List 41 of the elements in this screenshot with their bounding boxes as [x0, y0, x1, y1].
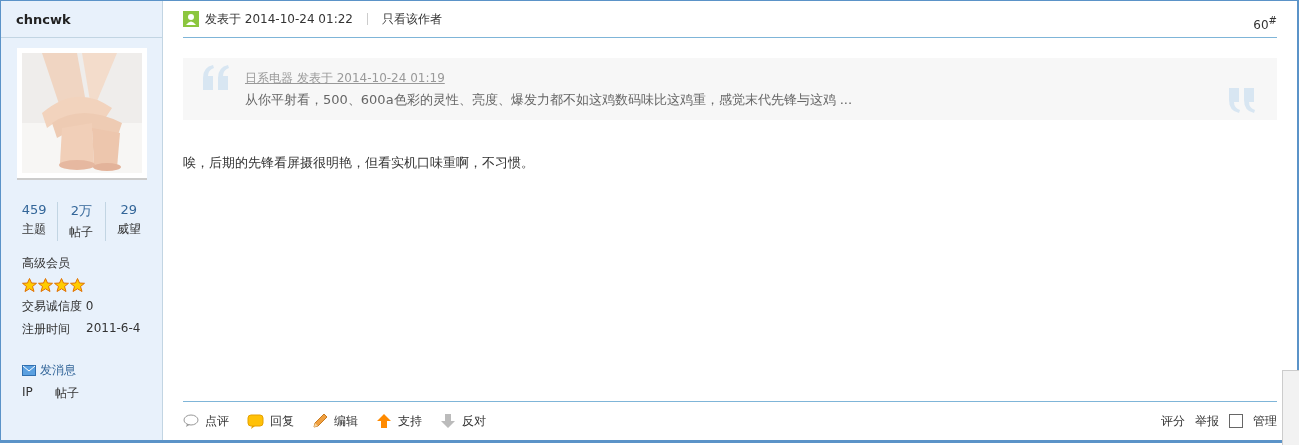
registered-label: 注册时间: [22, 321, 70, 338]
tool-link[interactable]: 帖子: [54, 385, 79, 402]
post-body: 唉，后期的先锋看屏摄很明艳，但看实机口味重啊，不习惯。: [183, 154, 535, 172]
registered-date: 2011-6-4: [86, 321, 141, 337]
envelope-icon: [22, 365, 36, 376]
user-icon: [183, 11, 199, 27]
oppose-button[interactable]: 反对: [440, 412, 486, 430]
star-icon: [38, 278, 53, 292]
username[interactable]: chncwk: [16, 11, 71, 27]
tool-link[interactable]: IP: [22, 385, 33, 402]
star-icon: [54, 278, 69, 292]
manage-checkbox[interactable]: 管理: [1229, 412, 1277, 430]
stat-label: 帖子: [69, 224, 94, 241]
support-button[interactable]: 支持: [376, 412, 422, 430]
stat-value[interactable]: 29: [120, 202, 138, 217]
action-link[interactable]: 评分: [1161, 412, 1185, 430]
floor-number[interactable]: 60$^{#}$: [1253, 14, 1277, 32]
star-icon: [70, 278, 85, 292]
action-link[interactable]: 举报: [1195, 412, 1219, 430]
edit-button[interactable]: 编辑: [312, 412, 358, 430]
user-group[interactable]: 高级会员: [22, 255, 162, 272]
down-arrow-icon: [440, 413, 456, 429]
stat-label: 威望: [116, 221, 141, 238]
credit-text: 交易诚信度 0: [22, 298, 95, 315]
up-arrow-icon: [376, 413, 392, 429]
star-icon: [22, 278, 37, 292]
stat-value[interactable]: 459: [21, 202, 47, 217]
side-toolbar[interactable]: [1282, 370, 1299, 445]
open-quote-icon: [201, 64, 231, 90]
stat-label: 主题: [22, 221, 47, 238]
stat-value[interactable]: 2万: [70, 202, 93, 220]
reply-button[interactable]: 回复: [247, 412, 294, 430]
pencil-icon: [312, 413, 328, 429]
close-quote-icon: [1227, 88, 1257, 114]
message-link[interactable]: 发消息: [22, 362, 162, 379]
chat-bubble-icon: [247, 413, 264, 429]
post-time: 发表于 2014-10-24 01:22: [205, 10, 353, 28]
speech-bubble-icon: [183, 414, 199, 428]
only-author-link[interactable]: 只看该作者: [381, 10, 442, 28]
comment-button[interactable]: 点评: [183, 412, 229, 430]
quote-text: 从你平射看，500、600a色彩的灵性、亮度、爆发力都不如这鸡数码味比这鸡重，感觉末代先锋与这鸡 ...: [245, 91, 853, 109]
